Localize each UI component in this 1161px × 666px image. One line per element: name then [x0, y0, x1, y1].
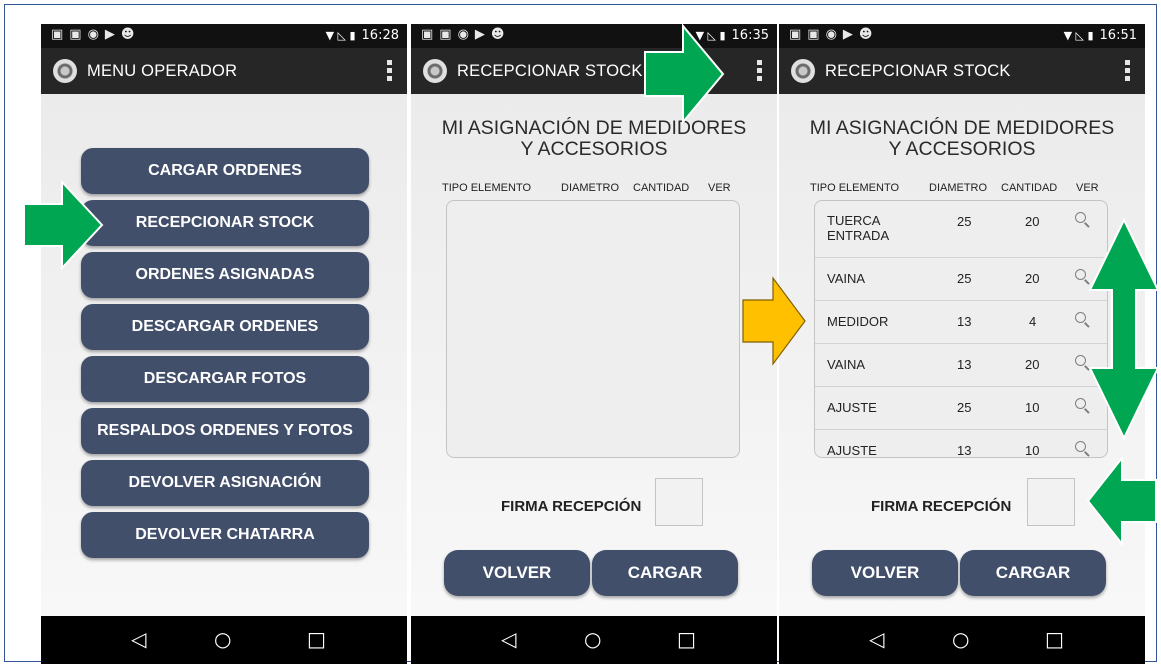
cantidad-cell: 20: [1025, 357, 1040, 372]
devolver-asignacion-button[interactable]: DEVOLVER ASIGNACIÓN: [81, 460, 369, 506]
search-icon[interactable]: [1075, 269, 1089, 283]
diametro-cell: 13: [957, 314, 972, 329]
notification-icons: ▣▣◉▶☻: [789, 27, 879, 42]
cargar-button[interactable]: CARGAR: [592, 550, 738, 596]
column-header-tipo: TIPO ELEMENTO: [442, 182, 532, 194]
cantidad-cell: 4: [1029, 314, 1037, 329]
app-bar: RECEPCIONAR STOCK: [779, 48, 1145, 94]
tipo-cell: TUERCA ENTRADA: [827, 213, 890, 243]
cantidad-cell: 10: [1025, 400, 1040, 415]
app-logo-icon: [423, 59, 447, 83]
home-icon[interactable]: ○: [214, 627, 231, 651]
tipo-cell: MEDIDOR: [827, 314, 889, 329]
column-header-cantidad: CANTIDAD: [633, 182, 690, 194]
app-title: RECEPCIONAR STOCK: [457, 62, 643, 80]
column-header-tipo: TIPO ELEMENTO: [810, 182, 900, 194]
overflow-menu-icon[interactable]: [1125, 60, 1131, 82]
ordenes-asignadas-button[interactable]: ORDENES ASIGNADAS: [81, 252, 369, 298]
cargar-ordenes-button[interactable]: CARGAR ORDENES: [81, 148, 369, 194]
tipo-cell: VAINA: [827, 271, 866, 286]
search-icon[interactable]: [1075, 441, 1089, 455]
empty-list[interactable]: [446, 200, 740, 458]
column-header-diametro: DIAMETRO: [929, 182, 988, 194]
back-icon[interactable]: ◁: [869, 627, 884, 651]
diametro-cell: 25: [957, 400, 972, 415]
green-arrow-right-icon: [644, 24, 725, 124]
nav-bar: ◁ ○ □: [41, 616, 407, 664]
recepcionar-stock-button[interactable]: RECEPCIONAR STOCK: [81, 200, 369, 246]
app-bar: MENU OPERADOR: [41, 48, 407, 94]
list-item[interactable]: VAINA 25 20: [815, 258, 1107, 301]
cantidad-cell: 10: [1025, 443, 1040, 458]
devolver-chatarra-button[interactable]: DEVOLVER CHATARRA: [81, 512, 369, 558]
search-icon[interactable]: [1075, 355, 1089, 369]
column-header-ver: VER: [1076, 182, 1099, 194]
column-header-ver: VER: [708, 182, 731, 194]
recents-icon[interactable]: □: [307, 627, 326, 651]
tipo-cell: VAINA: [827, 357, 866, 372]
volver-button[interactable]: VOLVER: [444, 550, 590, 596]
notification-icons: ▣▣◉▶☻: [51, 27, 141, 42]
tipo-cell: AJUSTE: [827, 443, 877, 458]
status-bar: ▣▣◉▶☻ ▼ ◺ ▮ 16:51: [779, 24, 1145, 48]
green-double-arrow-vertical-icon: [1088, 218, 1160, 440]
stock-content: MI ASIGNACIÓN DE MEDIDORES Y ACCESORIOS …: [411, 94, 777, 616]
app-title: RECEPCIONAR STOCK: [825, 62, 1011, 80]
search-icon[interactable]: [1075, 312, 1089, 326]
green-arrow-right-icon: [23, 180, 104, 270]
list-item[interactable]: TUERCA ENTRADA 25 20: [815, 201, 1107, 258]
status-bar: ▣▣◉▶☻ ▼ ◺ ▮ 16:28: [41, 24, 407, 48]
diametro-cell: 25: [957, 214, 972, 229]
nav-bar: ◁ ○ □: [411, 616, 777, 664]
back-icon[interactable]: ◁: [501, 627, 516, 651]
volver-button[interactable]: VOLVER: [812, 550, 958, 596]
recents-icon[interactable]: □: [1045, 627, 1064, 651]
column-header-cantidad: CANTIDAD: [1001, 182, 1058, 194]
respaldos-button[interactable]: RESPALDOS ORDENES Y FOTOS: [81, 408, 369, 454]
recents-icon[interactable]: □: [677, 627, 696, 651]
descargar-fotos-button[interactable]: DESCARGAR FOTOS: [81, 356, 369, 402]
clock: 16:35: [731, 28, 769, 43]
back-icon[interactable]: ◁: [131, 627, 146, 651]
cantidad-cell: 20: [1025, 214, 1040, 229]
app-logo-icon: [791, 59, 815, 83]
app-title: MENU OPERADOR: [87, 62, 238, 80]
descargar-ordenes-button[interactable]: DESCARGAR ORDENES: [81, 304, 369, 350]
cantidad-cell: 20: [1025, 271, 1040, 286]
phone-screen-menu: ▣▣◉▶☻ ▼ ◺ ▮ 16:28 MENU OPERADOR CARGAR OR…: [41, 24, 407, 664]
diametro-cell: 25: [957, 271, 972, 286]
tipo-cell: AJUSTE: [827, 400, 877, 415]
list-item[interactable]: MEDIDOR 13 4: [815, 301, 1107, 344]
search-icon[interactable]: [1075, 212, 1089, 226]
home-icon[interactable]: ○: [952, 627, 969, 651]
overflow-menu-icon[interactable]: [387, 60, 393, 82]
app-logo-icon: [53, 59, 77, 83]
yellow-arrow-right-icon: [742, 276, 806, 366]
wifi-icon: ▼ ◺ ▮: [325, 29, 356, 42]
firma-box[interactable]: [1027, 478, 1075, 526]
menu-content: CARGAR ORDENES RECEPCIONAR STOCK ORDENES…: [41, 94, 407, 616]
clock: 16:28: [361, 28, 399, 43]
cargar-button[interactable]: CARGAR: [960, 550, 1106, 596]
green-arrow-left-icon: [1086, 456, 1157, 546]
list-item[interactable]: VAINA 13 20: [815, 344, 1107, 387]
firma-label: FIRMA RECEPCIÓN: [501, 498, 642, 515]
list-item[interactable]: AJUSTE 13 10: [815, 430, 1107, 458]
diametro-cell: 13: [957, 443, 972, 458]
firma-box[interactable]: [655, 478, 703, 526]
list-item[interactable]: AJUSTE 25 10: [815, 387, 1107, 430]
home-icon[interactable]: ○: [584, 627, 601, 651]
clock: 16:51: [1099, 28, 1137, 43]
notification-icons: ▣▣◉▶☻: [421, 27, 511, 42]
firma-label: FIRMA RECEPCIÓN: [871, 498, 1012, 515]
overflow-menu-icon[interactable]: [757, 60, 763, 82]
wifi-icon: ▼ ◺ ▮: [1063, 29, 1094, 42]
column-header-diametro: DIAMETRO: [561, 182, 620, 194]
nav-bar: ◁ ○ □: [779, 616, 1145, 664]
page-heading: MI ASIGNACIÓN DE MEDIDORES Y ACCESORIOS: [809, 117, 1115, 160]
stock-list[interactable]: TUERCA ENTRADA 25 20 VAINA 25 20 MEDIDOR…: [814, 200, 1108, 458]
search-icon[interactable]: [1075, 398, 1089, 412]
page-heading: MI ASIGNACIÓN DE MEDIDORES Y ACCESORIOS: [441, 117, 747, 160]
diametro-cell: 13: [957, 357, 972, 372]
